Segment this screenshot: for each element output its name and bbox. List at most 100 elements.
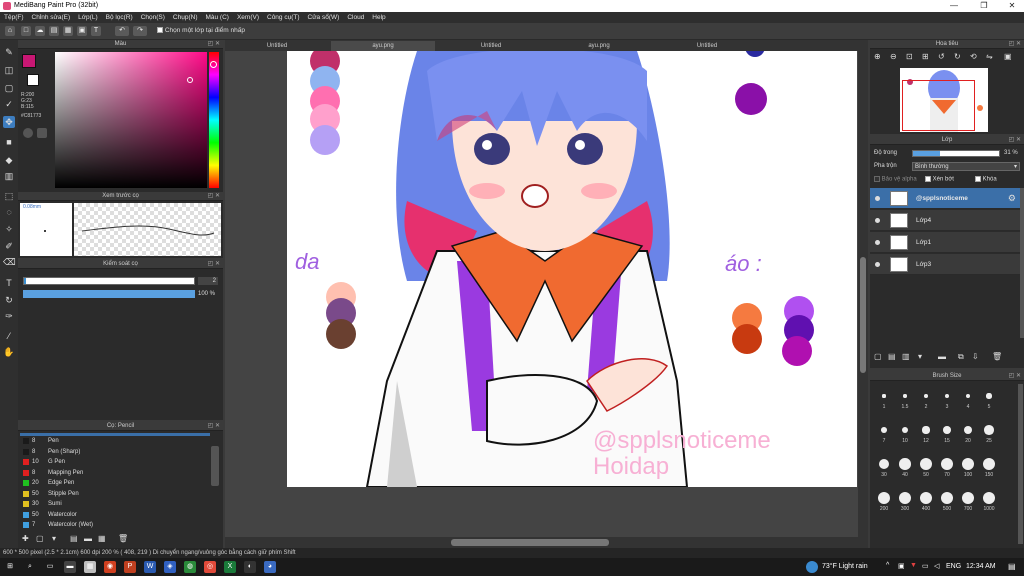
brush-size-scrollbar[interactable] bbox=[1018, 384, 1023, 544]
cloud-icon[interactable]: ☁ bbox=[35, 26, 45, 36]
brush-item-pen-sharp[interactable]: 8 Pen (Sharp) bbox=[20, 447, 210, 458]
brush-size-option[interactable]: 50 bbox=[916, 458, 936, 480]
copy-brush-icon[interactable]: ▤ bbox=[70, 534, 78, 543]
app-taskbar-icon-1[interactable]: ◉ bbox=[104, 561, 116, 573]
tray-chevron-icon[interactable]: ^ bbox=[886, 562, 889, 569]
brush-size-option[interactable]: 400 bbox=[916, 492, 936, 514]
volume-icon[interactable]: ◁ bbox=[934, 562, 939, 570]
brush-dropdown-icon[interactable]: ▾ bbox=[52, 534, 56, 543]
brush-size-option[interactable]: 30 bbox=[874, 458, 894, 480]
brush-size-option[interactable]: 100 bbox=[958, 458, 978, 480]
share-icon[interactable]: ▣ bbox=[77, 26, 87, 36]
hue-slider-handle[interactable] bbox=[210, 61, 217, 68]
canvas-horizontal-scrollbar[interactable] bbox=[225, 537, 868, 548]
vertical-scroll-thumb[interactable] bbox=[860, 257, 866, 373]
menu-tools[interactable]: Công cụ(T) bbox=[263, 12, 304, 23]
app-taskbar-icon-4[interactable]: ◐ bbox=[244, 561, 256, 573]
new-halftone-layer-icon[interactable]: ▤ bbox=[888, 352, 896, 361]
image-icon[interactable]: ▣ bbox=[1004, 52, 1012, 61]
clipping-option[interactable]: Xén bớt bbox=[925, 176, 954, 183]
fill-rect-tool-icon[interactable]: ■ bbox=[3, 136, 15, 148]
layer-row-lop4[interactable]: Lớp4 bbox=[870, 210, 1020, 231]
delete-layer-icon[interactable]: 🗑 bbox=[992, 352, 1002, 361]
undo-icon[interactable]: ↶ bbox=[115, 26, 129, 36]
search-icon[interactable]: ⌕ bbox=[24, 561, 36, 573]
excel-icon[interactable]: X bbox=[224, 561, 236, 573]
color-settings-icon[interactable] bbox=[37, 128, 47, 138]
color-picker-cursor[interactable] bbox=[187, 77, 193, 83]
operation-tool-icon[interactable]: ↻ bbox=[3, 294, 15, 306]
home-icon[interactable]: ⌂ bbox=[5, 26, 15, 36]
divide-tool-icon[interactable]: ⁄ bbox=[3, 330, 15, 342]
layer-row-lop1[interactable]: Lớp1 bbox=[870, 232, 1020, 253]
zoom-out-icon[interactable]: ⊖ bbox=[890, 52, 897, 61]
brush-item-watercolor-wet[interactable]: 7 Watercolor (Wet) bbox=[20, 520, 210, 531]
gear-icon[interactable]: ⚙ bbox=[1008, 193, 1016, 204]
brush-item-g-pen[interactable]: 10 G Pen bbox=[20, 457, 210, 468]
magic-wand-tool-icon[interactable]: ✧ bbox=[3, 223, 15, 235]
task-view-icon[interactable]: ▭ bbox=[44, 561, 56, 573]
minimize-button[interactable]: — bbox=[944, 1, 964, 11]
menu-layer[interactable]: Lớp(L) bbox=[74, 12, 101, 23]
menu-select[interactable]: Chọn(S) bbox=[137, 12, 169, 23]
brush-size-option[interactable]: 15 bbox=[937, 424, 957, 446]
chrome-icon[interactable]: ◎ bbox=[204, 561, 216, 573]
brush-size-option[interactable]: 1.5 bbox=[895, 390, 915, 412]
calculator-icon[interactable]: ▦ bbox=[84, 561, 96, 573]
tab-untitled-1[interactable]: Untitled bbox=[225, 41, 329, 51]
rect-select-tool-icon[interactable]: ⬚ bbox=[3, 190, 15, 202]
menu-filter[interactable]: Bộ lọc(R) bbox=[102, 12, 137, 23]
weather-icon[interactable] bbox=[806, 561, 818, 573]
lock-checkbox[interactable] bbox=[975, 176, 981, 182]
brush-size-option[interactable]: 12 bbox=[916, 424, 936, 446]
menu-view[interactable]: Xem(V) bbox=[233, 12, 263, 23]
brush-item-stipple-pen[interactable]: 50 Stipple Pen bbox=[20, 489, 210, 500]
blend-mode-select[interactable]: Bình thường ▾ bbox=[912, 162, 1020, 171]
new-brush-icon[interactable]: ▢ bbox=[36, 534, 44, 543]
hue-slider[interactable] bbox=[209, 52, 219, 188]
new-file-icon[interactable]: □ bbox=[21, 26, 31, 36]
brush-size-option[interactable]: 10 bbox=[895, 424, 915, 446]
medibang-taskbar-icon[interactable]: ◕ bbox=[264, 561, 276, 573]
brush-settings-icon[interactable]: ▦ bbox=[98, 534, 106, 543]
layer-list-scrollbar[interactable] bbox=[1020, 188, 1024, 338]
powerpoint-icon[interactable]: P bbox=[124, 561, 136, 573]
brush-size-option[interactable]: 200 bbox=[874, 492, 894, 514]
brush-item-sumi[interactable]: 30 Sumi bbox=[20, 499, 210, 510]
export-icon[interactable]: ▦ bbox=[63, 26, 73, 36]
brush-size-option[interactable]: 2 bbox=[916, 390, 936, 412]
brush-size-option[interactable]: 1 bbox=[874, 390, 894, 412]
eye-icon[interactable] bbox=[875, 262, 880, 267]
menu-cloud[interactable]: Cloud bbox=[343, 12, 368, 23]
palette-icon[interactable] bbox=[23, 128, 33, 138]
brush-list-scrollbar[interactable] bbox=[211, 446, 219, 486]
new-layer-icon[interactable]: ▢ bbox=[874, 352, 882, 361]
menu-edit[interactable]: Chỉnh sửa(E) bbox=[28, 12, 75, 23]
tab-untitled-2[interactable]: Untitled bbox=[437, 41, 545, 51]
select-layer-option[interactable]: Chọn một lớp tại điểm nhấp bbox=[157, 27, 245, 34]
eye-icon[interactable] bbox=[875, 240, 880, 245]
brush-item-watercolor[interactable]: 50 Watercolor bbox=[20, 510, 210, 521]
menu-help[interactable]: Help bbox=[368, 12, 389, 23]
canvas-vertical-scrollbar[interactable] bbox=[858, 51, 868, 537]
layer-row-lop3[interactable]: Lớp3 bbox=[870, 254, 1020, 275]
text-icon[interactable]: T bbox=[91, 26, 101, 36]
tab-ayu-2[interactable]: ayu.png bbox=[547, 41, 651, 51]
folder-icon[interactable]: ▬ bbox=[84, 534, 92, 543]
flip-icon[interactable]: ⇋ bbox=[986, 52, 993, 61]
layer-dropdown-icon[interactable]: ▾ bbox=[918, 352, 922, 361]
windows-start-icon[interactable]: ⊞ bbox=[4, 561, 16, 573]
brush-size-option[interactable]: 150 bbox=[979, 458, 999, 480]
app-taskbar-icon-2[interactable]: ◈ bbox=[164, 561, 176, 573]
brush-size-option[interactable]: 70 bbox=[937, 458, 957, 480]
brush-item-edge-pen[interactable]: 20 Edge Pen bbox=[20, 478, 210, 489]
layer-row-spplsnoticeme[interactable]: @spplsnoticeme ⚙ bbox=[870, 188, 1020, 209]
brush-size-option[interactable]: 500 bbox=[937, 492, 957, 514]
rotate-right-icon[interactable]: ↻ bbox=[954, 52, 961, 61]
menu-color[interactable]: Màu (C) bbox=[201, 12, 232, 23]
dot-tool-icon[interactable]: ▢ bbox=[3, 82, 15, 94]
move-tool-icon[interactable]: ✥ bbox=[3, 116, 15, 128]
sub-color-swatch[interactable] bbox=[27, 74, 39, 86]
brush-size-option[interactable]: 4 bbox=[958, 390, 978, 412]
layer-folder-icon[interactable]: ▬ bbox=[938, 352, 946, 361]
